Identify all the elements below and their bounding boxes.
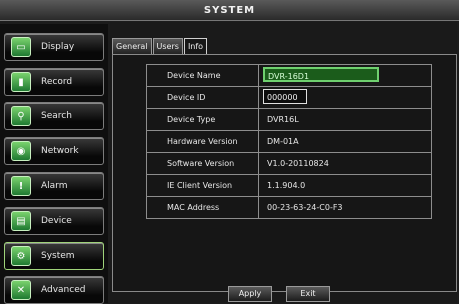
sidebar-item-label: Device (41, 216, 72, 226)
table-row: MAC Address 00-23-63-24-C0-F3 (147, 197, 431, 218)
sidebar-item-label: System (41, 251, 75, 261)
device-type-value: DVR16L (267, 115, 299, 124)
device-name-field[interactable]: DVR-16D1 (263, 67, 379, 82)
table-row: Device ID 000000 (147, 87, 431, 109)
table-row: Device Name DVR-16D1 (147, 65, 431, 87)
ie-client-version-label: IE Client Version (147, 175, 259, 196)
network-icon: ◉ (11, 141, 31, 161)
device-type-label: Device Type (147, 109, 259, 130)
hardware-version-label: Hardware Version (147, 131, 259, 152)
tab-bar: General Users Info (112, 38, 208, 54)
tab-users[interactable]: Users (152, 38, 183, 54)
table-row: Hardware Version DM-01A (147, 131, 431, 153)
sidebar-item-advanced[interactable]: ✕ Advanced (4, 276, 104, 304)
hardware-version-value: DM-01A (267, 137, 299, 146)
sidebar-item-display[interactable]: ▭ Display (4, 33, 104, 61)
device-id-label: Device ID (147, 87, 259, 108)
device-name-label: Device Name (147, 65, 259, 86)
ie-client-version-value: 1.1.904.0 (267, 181, 306, 190)
sidebar-item-device[interactable]: ▤ Device (4, 207, 104, 235)
advanced-icon: ✕ (11, 280, 31, 300)
sidebar-item-label: Record (41, 77, 73, 87)
sidebar-item-alarm[interactable]: ! Alarm (4, 172, 104, 200)
apply-button[interactable]: Apply (228, 286, 272, 302)
sidebar-item-label: Search (41, 111, 72, 121)
sidebar-item-search[interactable]: ⚲ Search (4, 102, 104, 130)
software-version-value: V1.0-20110824 (267, 159, 329, 168)
sidebar-item-label: Advanced (41, 285, 86, 295)
device-icon: ▤ (11, 211, 31, 231)
info-panel: Device Name DVR-16D1 Device ID 000000 De… (112, 54, 457, 292)
table-row: IE Client Version 1.1.904.0 (147, 175, 431, 197)
main-panel: General Users Info Device Name DVR-16D1 … (110, 22, 457, 303)
sidebar-item-label: Alarm (41, 181, 68, 191)
info-table: Device Name DVR-16D1 Device ID 000000 De… (146, 64, 432, 219)
sidebar-item-system[interactable]: ⚙ System (4, 242, 104, 270)
mac-address-label: MAC Address (147, 197, 259, 218)
software-version-label: Software Version (147, 153, 259, 174)
window-title: SYSTEM (203, 4, 256, 16)
device-id-cell: 000000 (259, 87, 431, 108)
sidebar-item-record[interactable]: ▮ Record (4, 68, 104, 96)
mac-address-value: 00-23-63-24-C0-F3 (267, 203, 343, 212)
tab-info[interactable]: Info (183, 38, 208, 54)
device-name-cell: DVR-16D1 (259, 65, 431, 86)
table-row: Device Type DVR16L (147, 109, 431, 131)
system-icon: ⚙ (11, 246, 31, 266)
table-row: Software Version V1.0-20110824 (147, 153, 431, 175)
sidebar: ▭ Display ▮ Record ⚲ Search ◉ Network ! … (0, 24, 108, 304)
exit-button[interactable]: Exit (286, 286, 330, 302)
alarm-icon: ! (11, 176, 31, 196)
tab-general[interactable]: General (112, 38, 152, 54)
record-icon: ▮ (11, 72, 31, 92)
sidebar-item-label: Network (41, 146, 79, 156)
search-icon: ⚲ (11, 106, 31, 126)
window-title-bar: SYSTEM (0, 0, 459, 21)
sidebar-item-label: Display (41, 42, 75, 52)
device-id-field[interactable]: 000000 (263, 89, 307, 104)
sidebar-item-network[interactable]: ◉ Network (4, 137, 104, 165)
display-icon: ▭ (11, 37, 31, 57)
